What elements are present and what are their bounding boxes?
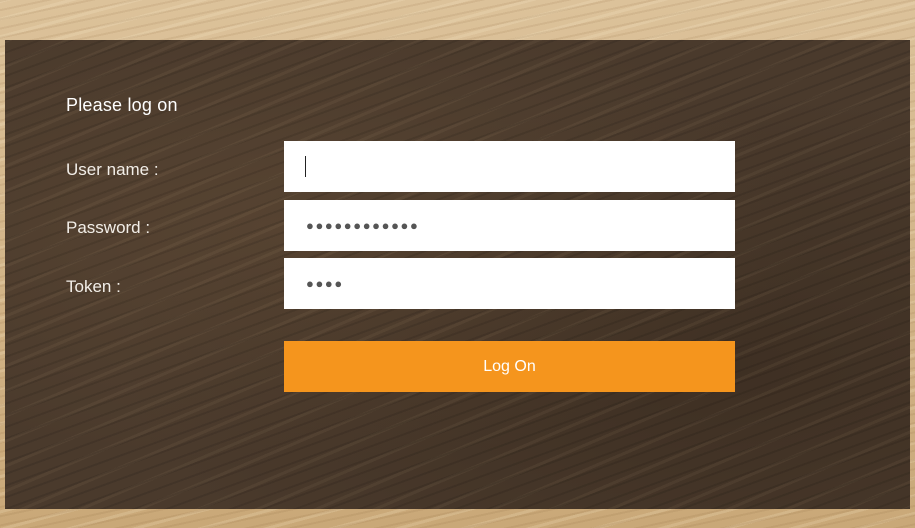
password-label: Password : <box>66 218 151 237</box>
password-masked-value: ●●●●●●●●●●●● <box>306 218 420 233</box>
page-title: Please log on <box>66 95 178 115</box>
text-cursor <box>305 156 306 177</box>
username-input[interactable] <box>284 141 735 192</box>
log-on-button[interactable]: Log On <box>284 341 735 392</box>
token-input[interactable] <box>284 258 735 309</box>
token-label: Token : <box>66 277 121 296</box>
token-masked-value: ●●●● <box>306 276 344 291</box>
username-label: User name : <box>66 160 159 179</box>
